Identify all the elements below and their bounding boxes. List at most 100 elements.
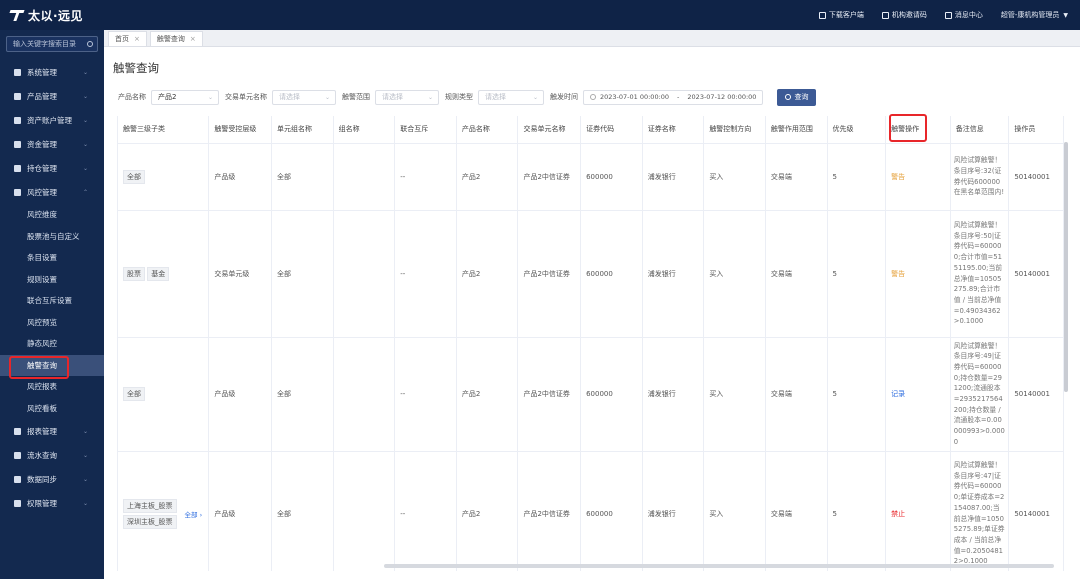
sidebar: 输入关键字搜索目录 系统管理 ⌄ 产品管理 ⌄ 资产账户管理 ⌄ 资金管理 ⌄ 持仓管理… [0, 30, 104, 579]
col-header: 组名称 [333, 116, 396, 144]
cell-scope: 交易端 [765, 210, 828, 338]
sidebar-item-report[interactable]: 报表管理 ⌄ [0, 419, 104, 443]
report-icon [14, 427, 21, 435]
sidebar-subitem-item-settings[interactable]: 条目设置 [0, 247, 104, 269]
subcat-tag: 深圳主板_股票 [123, 514, 177, 529]
horizontal-scrollbar[interactable] [384, 564, 1054, 568]
sidebar-item-system[interactable]: 系统管理 ⌄ [0, 60, 104, 84]
tab-bar: 首页 × 触警查询 × [104, 30, 1080, 47]
col-header: 证券名称 [642, 116, 705, 144]
highlight-box-sidebar [9, 356, 69, 379]
tab-alert-query[interactable]: 触警查询 × [149, 31, 203, 46]
flow-icon [14, 451, 21, 459]
cell-unit: 产品2中信证券 [517, 337, 582, 452]
sidebar-subitem-rule-settings[interactable]: 规则设置 [0, 269, 104, 291]
cell-op: 记录 [885, 337, 951, 452]
chevron-down-icon: ⌄ [82, 164, 88, 172]
alert-table: 触警三级子类 触警受控层级 单元组名称 组名称 联合互斥 产品名称 交易单元名称… [117, 116, 1067, 571]
subcat-tag: 基金 [147, 266, 170, 281]
fund-icon [14, 140, 21, 148]
chevron-down-icon: ⌄ [82, 451, 88, 459]
cell-code: 600000 [580, 337, 643, 452]
sidebar-item-fund[interactable]: 资金管理 ⌄ [0, 132, 104, 156]
col-header: 联合互斥 [394, 116, 457, 144]
cell-unit-group: 全部 [271, 210, 334, 338]
close-icon[interactable]: × [134, 35, 140, 43]
sidebar-subitem-risk-preview[interactable]: 风控预览 [0, 312, 104, 334]
message-center-button[interactable]: 消息中心 [944, 10, 983, 20]
sidebar-item-risk[interactable]: 风控管理 ⌃ [0, 180, 104, 204]
subcat-tag: 上海主板_股票 [123, 498, 177, 513]
sidebar-item-position[interactable]: 持仓管理 ⌄ [0, 156, 104, 180]
subcat-more-link[interactable]: 全部 › [185, 509, 203, 519]
sidebar-subitem-risk-report[interactable]: 风控报表 [0, 376, 104, 398]
col-header: 单元组名称 [271, 116, 334, 144]
cell-group [333, 210, 396, 338]
logo-text: 太以·远见 [28, 8, 84, 23]
cell-unit-group: 全部 [271, 451, 334, 571]
sidebar-item-product[interactable]: 产品管理 ⌄ [0, 84, 104, 108]
cell-product: 产品2 [456, 210, 519, 338]
search-icon [785, 94, 792, 100]
sidebar-item-flow-query[interactable]: 流水查询 ⌄ [0, 443, 104, 467]
chevron-down-icon: ⌄ [207, 93, 213, 101]
sidebar-item-asset-account[interactable]: 资产账户管理 ⌄ [0, 108, 104, 132]
table-row[interactable]: 上海主板_股票 深圳主板_股票 全部 › 产品级 全部 -- 产品2 产品2中信… [118, 451, 1064, 571]
query-button[interactable]: 查询 [777, 88, 817, 106]
cell-direction: 买入 [703, 451, 766, 571]
unit-select[interactable]: 请选择 ⌄ [272, 89, 336, 105]
search-icon[interactable] [87, 41, 93, 47]
cell-sec-name: 浦发银行 [642, 143, 705, 211]
cell-note: 风险试算触警！条目序号:32(证券代码600000在黑名单范围内! [950, 143, 1010, 211]
unit-label: 交易单元名称 [225, 93, 267, 101]
rule-type-select[interactable]: 请选择 ⌄ [478, 89, 544, 105]
sync-icon [14, 475, 21, 483]
scope-select[interactable]: 请选择 ⌄ [375, 89, 439, 105]
logo[interactable]: 太以·远见 [0, 7, 104, 24]
tab-home[interactable]: 首页 × [108, 31, 147, 46]
user-menu[interactable]: 超管-康机构管理员 ▼ [1001, 10, 1068, 20]
table-row[interactable]: 全部 产品级 全部 -- 产品2 产品2中信证券 600000 浦发银行 买入 … [118, 143, 1064, 211]
sidebar-subitem-mutex-settings[interactable]: 联合互斥设置 [0, 290, 104, 312]
cell-note: 风险试算触警！条目序号:47|证券代码=600000;单证券成本=2154087… [950, 451, 1010, 571]
message-icon [944, 11, 952, 19]
cell-scope: 交易端 [765, 337, 828, 452]
cell-priority: 5 [827, 451, 887, 571]
table-row[interactable]: 全部 产品级 全部 -- 产品2 产品2中信证券 600000 浦发银行 买入 … [118, 337, 1064, 452]
top-bar: 太以·远见 下载客户端 机构邀请码 消息中心 超管-康机构管理员 ▼ [0, 0, 1080, 30]
cell-code: 600000 [580, 210, 643, 338]
cell-operator: 50140001 [1008, 337, 1064, 452]
cell-group [333, 337, 396, 452]
date-range-picker[interactable]: 2023-07-01 00:00:00 - 2023-07-12 00:00:0… [583, 89, 764, 105]
col-header: 优先级 [827, 116, 887, 144]
chevron-down-icon: ⌄ [82, 475, 88, 483]
risk-icon [14, 188, 21, 196]
cell-product: 产品2 [456, 143, 519, 211]
rule-type-label: 规则类型 [445, 93, 473, 101]
sidebar-item-data-sync[interactable]: 数据同步 ⌄ [0, 467, 104, 491]
chevron-down-icon: ⌄ [82, 92, 88, 100]
col-header: 证券代码 [580, 116, 643, 144]
cell-level: 产品级 [208, 451, 273, 571]
org-invite-code-button[interactable]: 机构邀请码 [881, 10, 927, 20]
sidebar-search-input[interactable]: 输入关键字搜索目录 [6, 36, 98, 52]
table-row[interactable]: 股票 基金 交易单元级 全部 -- 产品2 产品2中信证券 600000 浦发银… [118, 210, 1064, 338]
sidebar-subitem-risk-dimension[interactable]: 风控维度 [0, 204, 104, 226]
sidebar-subitem-risk-board[interactable]: 风控看板 [0, 398, 104, 420]
clock-icon [590, 94, 596, 100]
download-client-button[interactable]: 下载客户端 [818, 10, 864, 20]
sidebar-item-permission[interactable]: 权限管理 ⌄ [0, 491, 104, 515]
sidebar-subitem-stock-pool[interactable]: 股票池与自定义 [0, 226, 104, 248]
cell-priority: 5 [827, 210, 887, 338]
chevron-down-icon: ⌄ [82, 140, 88, 148]
sidebar-subitem-static-risk[interactable]: 静态风控 [0, 333, 104, 355]
cell-op: 禁止 [885, 451, 951, 571]
col-header: 触警受控层级 [208, 116, 273, 144]
caret-down-icon: ▼ [1063, 11, 1068, 19]
close-icon[interactable]: × [190, 35, 196, 43]
cell-subcat: 上海主板_股票 深圳主板_股票 全部 › [118, 451, 210, 571]
vertical-scrollbar[interactable] [1064, 142, 1068, 392]
cell-group [333, 451, 396, 571]
cell-unit: 产品2中信证券 [517, 451, 582, 571]
product-select[interactable]: 产品2 ⌄ [151, 89, 219, 105]
